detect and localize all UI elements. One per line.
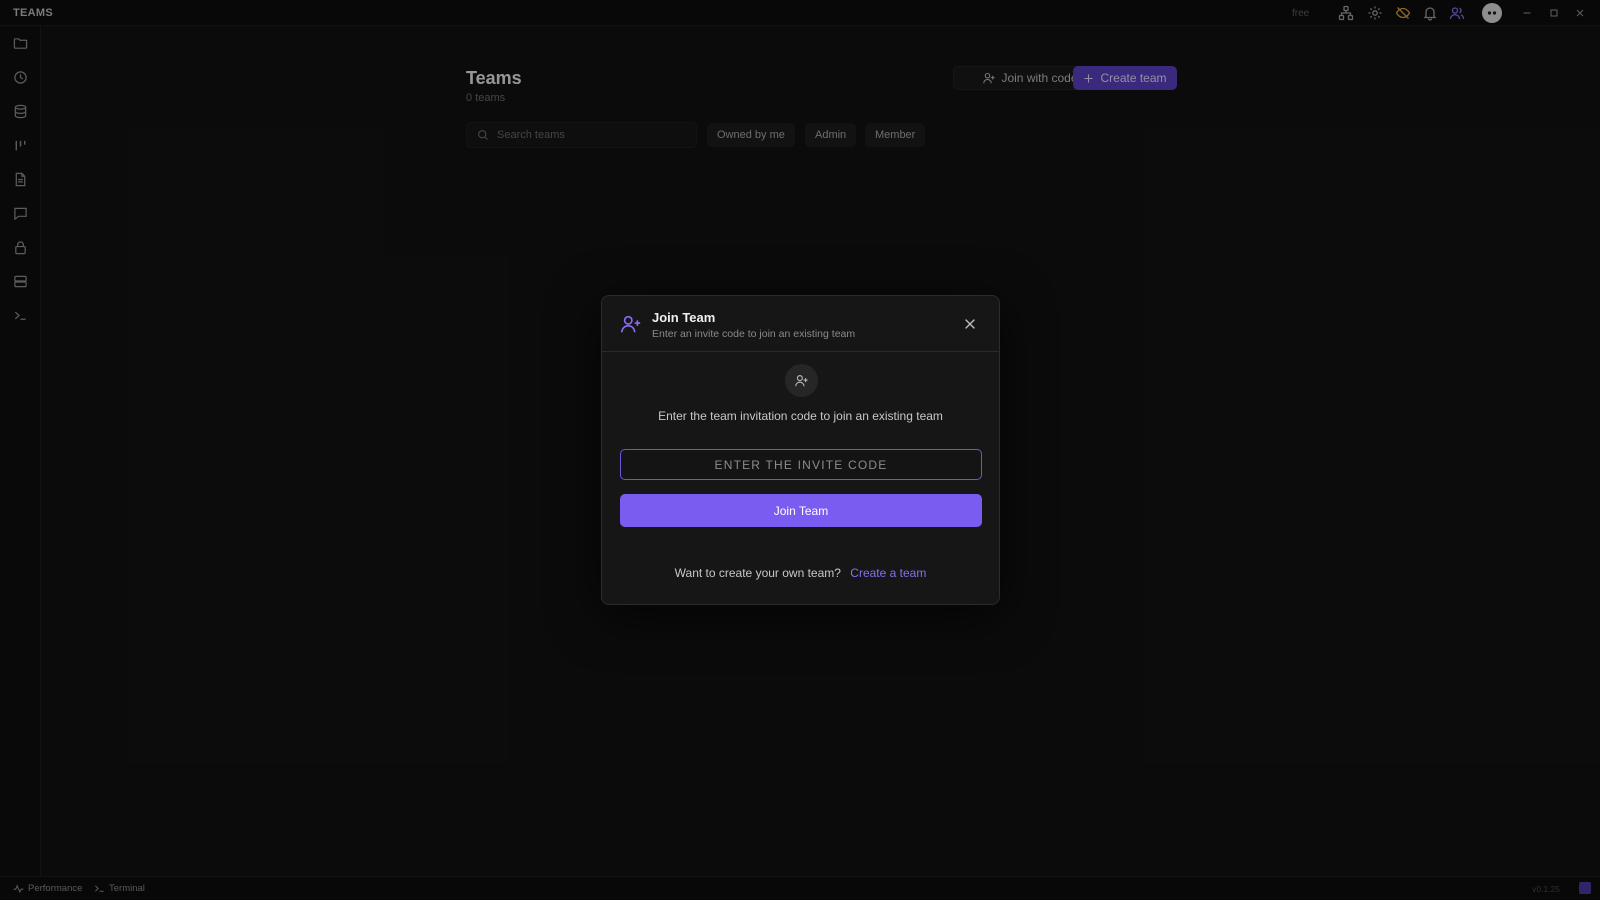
- footer-text: Want to create your own team?: [674, 566, 841, 580]
- create-team-link[interactable]: Create a team: [850, 566, 926, 580]
- invite-code-input[interactable]: [620, 449, 982, 480]
- dialog-title: Join Team: [652, 310, 716, 325]
- dialog-footer: Want to create your own team? Create a t…: [602, 566, 999, 580]
- user-plus-icon: [795, 374, 808, 387]
- dialog-subtitle: Enter an invite code to join an existing…: [652, 328, 856, 340]
- dialog-hero-icon: [785, 364, 818, 397]
- user-plus-icon: [620, 313, 642, 335]
- dialog-close-icon[interactable]: [963, 317, 977, 331]
- dialog-description: Enter the team invitation code to join a…: [658, 409, 943, 423]
- dialog-header: Join Team Enter an invite code to join a…: [602, 296, 999, 352]
- join-team-button[interactable]: Join Team: [620, 494, 982, 527]
- join-team-dialog: Join Team Enter an invite code to join a…: [601, 295, 1000, 605]
